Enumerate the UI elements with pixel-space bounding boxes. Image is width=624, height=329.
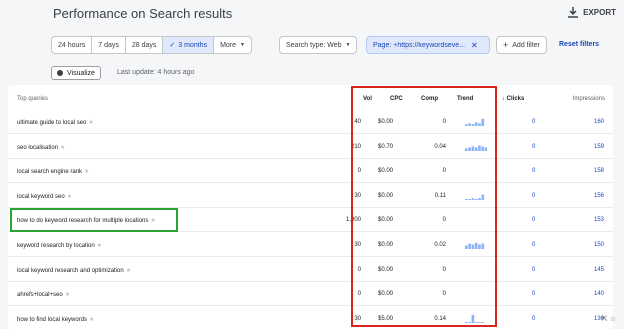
query-text[interactable]: seo localisation ★ [17,144,65,151]
clicks-value: 0 [532,242,536,248]
share-icon[interactable]: ⇱ [602,316,608,323]
export-button[interactable]: EXPORT [568,7,616,18]
range-3-months[interactable]: ✓ 3 months [163,37,215,53]
query-label: keyword research by location [17,243,95,249]
query-text[interactable]: local search engine rank ★ [17,168,89,175]
table-row[interactable]: local keyword seo ★ 30 $0.00 0.11 0 156 [8,184,613,208]
add-filter-label: Add filter [512,41,540,49]
col-header-clicks[interactable]: ↓ Clicks [502,96,524,102]
clicks-value: 0 [532,217,536,224]
query-text[interactable]: ahrefs+local+seo ★ [17,291,70,298]
query-label: local keyword research and optimization [17,267,124,274]
range-24-hours[interactable]: 24 hours [52,37,93,53]
col-header-query[interactable]: Top queries [17,96,48,102]
chevron-down-icon: ▼ [345,42,351,48]
star-icon[interactable]: ★ [67,194,72,200]
table-row[interactable]: ultimate guide to local seo ★ 40 $0.00 0 0 160 [8,110,613,134]
query-label: local keyword seo [17,193,65,200]
query-text[interactable]: how to find local keywords ★ [17,316,94,323]
highlight-box-keyword-metrics [351,86,497,327]
star-icon[interactable]: ★ [65,292,70,298]
table-row[interactable]: local search engine rank ★ 0 $0.00 0 0 158 [8,159,613,184]
range-label: 7 days [98,41,119,49]
impressions-value: 150 [593,242,604,248]
table-row[interactable]: local keyword research and optimization ★… [8,258,613,282]
impressions-value: 145 [593,266,604,273]
impressions-value: 156 [593,192,604,199]
visualize-icon [57,70,63,76]
range-label: 3 months [178,41,208,49]
query-label: seo localisation [17,144,59,151]
clicks-value: 0 [532,192,536,199]
impressions-value: 153 [593,217,604,224]
query-label: ahrefs+local+seo [17,292,63,299]
clicks-value: 0 [532,266,536,273]
range-more[interactable]: More ▼ [214,37,251,53]
impressions-value: 140 [593,291,604,298]
query-label: ultimate guide to local seo [17,120,87,126]
check-icon: ✓ [169,42,176,49]
clicks-value: 0 [532,315,536,322]
query-text[interactable]: local keyword seo ★ [17,193,72,200]
star-icon[interactable]: ★ [89,317,94,323]
star-icon[interactable]: ★ [88,120,93,126]
table-row[interactable]: seo localisation ★ 210 $0.70 0.04 0 159 [8,135,613,159]
table-row[interactable]: ahrefs+local+seo ★ 0 $0.00 0 0 140 [8,282,613,307]
impressions-value: 159 [593,143,604,150]
range-label: More [220,41,237,49]
star-icon[interactable]: ☆ [610,316,616,323]
star-icon[interactable]: ★ [126,268,131,274]
highlight-box-query [10,208,178,232]
filter-label: Search type: Web [286,41,342,49]
add-filter-button[interactable]: + Add filter [496,36,547,54]
page-title: Performance on Search results [53,6,233,21]
clicks-value: 0 [532,143,536,150]
query-text[interactable]: ultimate guide to local seo ★ [17,119,94,126]
table-row[interactable]: how to find local keywords ★ 30 $5.00 0.14 0 1… [8,307,613,329]
query-text[interactable]: keyword research by location ★ [17,242,102,249]
range-label: 28 days [131,41,157,49]
star-icon[interactable]: ★ [60,145,65,151]
row-actions: ⇱ ☆ [602,315,616,323]
range-7-days[interactable]: 7 days [92,37,126,53]
chevron-down-icon: ▼ [240,42,245,48]
range-28-days[interactable]: 28 days [126,37,164,53]
col-header-clicks-label: Clicks [506,96,525,102]
clicks-value: 0 [532,291,536,298]
range-label: 24 hours [58,41,86,49]
filter-label: Page: +https://keywordseve... [373,41,466,49]
date-range-selector: 24 hours 7 days 28 days ✓ 3 months More ▼ [51,36,252,54]
export-label: EXPORT [583,8,616,17]
impressions-value: 160 [593,119,604,125]
star-icon[interactable]: ★ [97,243,102,249]
query-text[interactable]: local keyword research and optimization ★ [17,267,131,274]
clicks-value: 0 [532,119,536,125]
query-label: how to find local keywords [17,316,88,323]
page-filter-chip[interactable]: Page: +https://keywordseve... ✕ [366,36,490,54]
star-icon[interactable]: ★ [84,169,89,175]
reset-filters-link[interactable]: Reset filters [559,41,599,48]
impressions-value: 158 [593,168,604,175]
download-icon [568,7,579,18]
col-header-impressions[interactable]: Impressions [573,96,605,102]
query-label: local search engine rank [17,169,83,176]
close-icon[interactable]: ✕ [471,41,478,50]
search-type-filter[interactable]: Search type: Web ▼ [279,36,358,54]
last-update-text: Last update: 4 hours ago [117,69,195,76]
plus-icon: + [503,40,509,50]
visualize-button[interactable]: Visualize [51,66,101,80]
table-row[interactable]: keyword research by location ★ 30 $0.00 0.02… [8,233,613,257]
clicks-value: 0 [532,168,536,175]
visualize-label: Visualize [67,69,95,77]
